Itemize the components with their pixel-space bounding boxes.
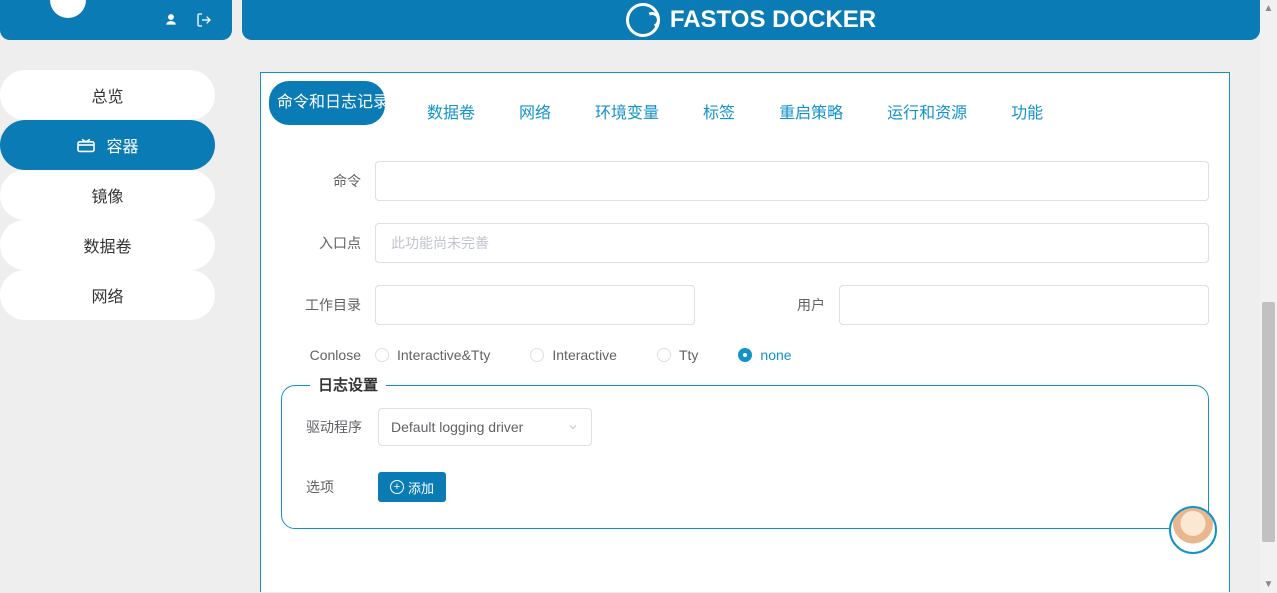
workdir-input[interactable] — [375, 285, 695, 325]
sidebar-item-label: 镜像 — [91, 183, 123, 207]
sidebar: 总览 容器 镜像 数据卷 网络 — [0, 70, 215, 320]
radio-dot-icon — [657, 348, 671, 362]
sidebar-item-volumes[interactable]: 数据卷 — [0, 220, 215, 270]
user-input[interactable] — [839, 285, 1209, 325]
tab-restart[interactable]: 重启策略 — [757, 81, 865, 141]
scroll-down-icon[interactable]: ▼ — [1260, 576, 1277, 593]
sidebar-item-overview[interactable]: 总览 — [0, 70, 215, 120]
radio-interactive[interactable]: Interactive — [530, 347, 617, 363]
sidebar-item-containers[interactable]: 容器 — [0, 120, 215, 170]
sidebar-item-label: 容器 — [106, 133, 138, 157]
row-driver: 驱动程序 Default logging driver — [306, 408, 1184, 446]
scroll-up-icon[interactable]: ▲ — [1260, 0, 1277, 17]
sidebar-item-label: 网络 — [91, 283, 123, 307]
tab-runtime[interactable]: 运行和资源 — [865, 81, 989, 141]
options-label: 选项 — [306, 477, 368, 497]
radio-dot-icon — [375, 348, 389, 362]
driver-value: Default logging driver — [391, 419, 523, 435]
radio-none[interactable]: none — [738, 347, 791, 363]
main-panel: 命令和日志记录 数据卷 网络 环境变量 标签 重启策略 运行和资源 功能 命令 … — [260, 72, 1230, 592]
log-settings-legend: 日志设置 — [310, 374, 386, 395]
sidebar-item-images[interactable]: 镜像 — [0, 170, 215, 220]
scroll-thumb[interactable] — [1262, 302, 1275, 542]
sidebar-item-label: 总览 — [91, 83, 123, 107]
assistant-avatar[interactable] — [1169, 506, 1217, 554]
plus-circle-icon: + — [390, 480, 404, 494]
header-user-bar — [0, 0, 232, 40]
tab-env[interactable]: 环境变量 — [573, 81, 681, 141]
driver-label: 驱动程序 — [306, 417, 368, 437]
tab-capabilities[interactable]: 功能 — [989, 81, 1065, 141]
entrypoint-label: 入口点 — [281, 233, 361, 253]
brand-title: FASTOS DOCKER — [670, 6, 876, 34]
row-options: 选项 + 添加 — [306, 472, 1184, 502]
tabs: 命令和日志记录 数据卷 网络 环境变量 标签 重启策略 运行和资源 功能 — [261, 73, 1229, 141]
console-radio-group: Interactive&Tty Interactive Tty none — [375, 347, 1209, 363]
page-scrollbar[interactable]: ▲ ▼ — [1260, 0, 1277, 593]
radio-dot-icon — [738, 348, 752, 362]
add-option-button[interactable]: + 添加 — [378, 472, 446, 502]
user-icon[interactable] — [164, 13, 178, 27]
row-entrypoint: 入口点 — [281, 223, 1209, 263]
row-command: 命令 — [281, 161, 1209, 201]
user-label: 用户 — [765, 295, 825, 315]
tab-volumes[interactable]: 数据卷 — [405, 81, 497, 141]
log-settings-fieldset: 日志设置 驱动程序 Default logging driver 选项 + 添加 — [281, 385, 1209, 529]
tab-labels[interactable]: 标签 — [681, 81, 757, 141]
header-brand-bar: FASTOS DOCKER — [242, 0, 1260, 40]
brand-logo-icon — [626, 3, 660, 37]
form: 命令 入口点 工作目录 用户 Conlose Interactive&Tty — [261, 141, 1229, 529]
tab-network[interactable]: 网络 — [497, 81, 573, 141]
add-button-label: 添加 — [408, 478, 434, 497]
command-label: 命令 — [281, 171, 361, 191]
sidebar-item-networks[interactable]: 网络 — [0, 270, 215, 320]
user-avatar[interactable] — [50, 0, 86, 18]
tab-command-logging[interactable]: 命令和日志记录 — [269, 81, 385, 125]
command-input[interactable] — [375, 161, 1209, 201]
entrypoint-input[interactable] — [375, 223, 1209, 263]
radio-tty[interactable]: Tty — [657, 347, 698, 363]
row-console: Conlose Interactive&Tty Interactive Tty … — [281, 347, 1209, 363]
scroll-track[interactable] — [1260, 17, 1277, 576]
container-icon — [76, 137, 96, 153]
logout-icon[interactable] — [196, 12, 212, 28]
workdir-label: 工作目录 — [281, 295, 361, 315]
chevron-down-icon — [567, 421, 579, 433]
sidebar-item-label: 数据卷 — [83, 233, 131, 257]
row-workdir-user: 工作目录 用户 — [281, 285, 1209, 325]
radio-interactive-tty[interactable]: Interactive&Tty — [375, 347, 490, 363]
driver-select[interactable]: Default logging driver — [378, 408, 592, 446]
radio-dot-icon — [530, 348, 544, 362]
console-label: Conlose — [281, 347, 361, 363]
